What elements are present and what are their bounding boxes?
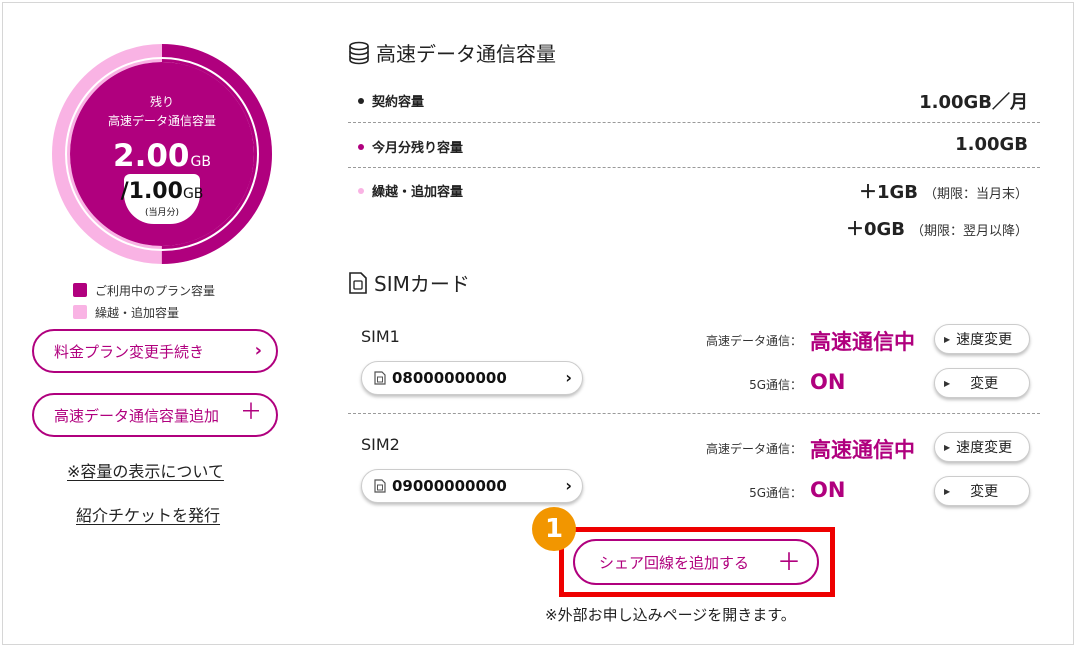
button-label: 速度変更 — [956, 332, 1013, 348]
sim-title-text: SIMカード — [374, 272, 470, 296]
spec-value: 1.00GB — [955, 134, 1028, 155]
donut-total-value: /1.00GB — [50, 179, 274, 207]
sim1-number: 08000000000 — [392, 369, 507, 387]
bullet-dot — [358, 187, 364, 194]
bullet-dot — [358, 143, 364, 150]
capacity-display-note-link[interactable]: ※容量の表示について — [67, 458, 224, 482]
triangle-right-icon: ▶ — [944, 378, 951, 388]
sim1-number-button[interactable]: 08000000000 › — [361, 361, 583, 395]
chevron-right-icon: › — [565, 368, 572, 387]
sim2-speed-label: 高速データ通信： — [705, 442, 802, 456]
sim1-speed-value: 高速通信中 — [810, 330, 915, 354]
spec-label: 契約容量 — [372, 95, 425, 110]
plus-icon: ＋ — [239, 400, 262, 425]
add-share-line-button[interactable]: シェア回線を追加する ＋ — [573, 539, 819, 585]
legend-label-plan: ご利用中のプラン容量 — [95, 283, 216, 298]
external-note-text: ※外部お申し込みページを開きます。 — [545, 606, 796, 624]
spec-label: 今月分残り容量 — [372, 141, 464, 156]
plan-change-button[interactable]: 料金プラン変更手続き › — [32, 329, 278, 373]
sim2-speed-change-button[interactable]: ▶ 速度変更 — [934, 432, 1030, 462]
sim1-5g-value: ON — [810, 370, 846, 394]
step-number-badge: 1 — [532, 507, 576, 551]
plan-change-label: 料金プラン変更手続き — [54, 342, 205, 361]
database-icon — [348, 41, 370, 65]
sim-section-title: SIMカード — [348, 268, 470, 297]
button-label: 速度変更 — [956, 440, 1013, 456]
sim2-5g-change-button[interactable]: ▶ 変更 — [934, 476, 1030, 506]
add-capacity-button[interactable]: 高速データ通信容量追加 ＋ — [32, 393, 278, 437]
remaining-unit: GB — [190, 154, 211, 170]
legend-swatch-carry — [73, 305, 87, 319]
divider — [348, 122, 1040, 123]
sim1-name: SIM1 — [361, 327, 400, 346]
spec-note: （期限：当月末） — [923, 187, 1028, 202]
remaining-number: 2.00 — [113, 138, 190, 174]
legend-item-carry: 繰越・追加容量 — [73, 301, 215, 323]
sim2-number-button[interactable]: 09000000000 › — [361, 469, 583, 503]
share-button-label: シェア回線を追加する — [599, 553, 750, 572]
total-number: /1.00 — [120, 179, 183, 204]
divider — [348, 167, 1040, 168]
sim-card-icon — [348, 271, 368, 295]
referral-ticket-link[interactable]: 紹介チケットを発行 — [76, 502, 220, 526]
sim2-speed-value: 高速通信中 — [810, 438, 915, 462]
sim2-5g-label: 5G通信： — [749, 486, 802, 500]
total-unit: GB — [182, 186, 204, 202]
spec-value: ＋1GB — [858, 182, 918, 203]
sim1-5g-change-button[interactable]: ▶ 変更 — [934, 368, 1030, 398]
chevron-right-icon: › — [565, 476, 572, 495]
sim1-5g-label: 5G通信： — [749, 378, 802, 392]
button-label: 変更 — [970, 484, 999, 500]
spec-value: ＋0GB — [845, 219, 905, 240]
chevron-right-icon: › — [254, 340, 262, 361]
sim-icon — [374, 371, 386, 385]
bullet-dot — [358, 97, 364, 104]
sim-icon — [374, 479, 386, 493]
spec-label: 繰越・追加容量 — [372, 185, 464, 200]
spec-value: 1.00GB／月 — [919, 92, 1028, 113]
legend-label-carry: 繰越・追加容量 — [95, 305, 180, 320]
spec-note: （期限：翌月以降） — [910, 224, 1028, 239]
plus-icon: ＋ — [777, 548, 801, 576]
capacity-donut-chart: 残り 高速データ通信容量 2.00GB /1.00GB (当月分) — [50, 36, 274, 272]
donut-month-label: (当月分) — [144, 208, 180, 218]
donut-legend: ご利用中のプラン容量 繰越・追加容量 — [73, 279, 215, 323]
sim1-speed-change-button[interactable]: ▶ 速度変更 — [934, 324, 1030, 354]
triangle-right-icon: ▶ — [944, 442, 951, 452]
donut-sub-label: 高速データ通信容量 — [107, 114, 216, 128]
divider — [348, 413, 1040, 414]
add-capacity-label: 高速データ通信容量追加 — [54, 406, 220, 425]
button-label: 変更 — [970, 376, 999, 392]
sim1-speed-label: 高速データ通信： — [705, 334, 802, 348]
legend-swatch-plan — [73, 283, 87, 297]
capacity-section-title: 高速データ通信容量 — [348, 38, 556, 67]
sim2-5g-value: ON — [810, 478, 846, 502]
donut-remain-label: 残り — [149, 95, 174, 109]
capacity-title-text: 高速データ通信容量 — [376, 42, 556, 66]
triangle-right-icon: ▶ — [944, 486, 951, 496]
triangle-right-icon: ▶ — [944, 334, 951, 344]
sim2-name: SIM2 — [361, 435, 400, 454]
legend-item-plan: ご利用中のプラン容量 — [73, 279, 215, 301]
sim2-number: 09000000000 — [392, 477, 507, 495]
